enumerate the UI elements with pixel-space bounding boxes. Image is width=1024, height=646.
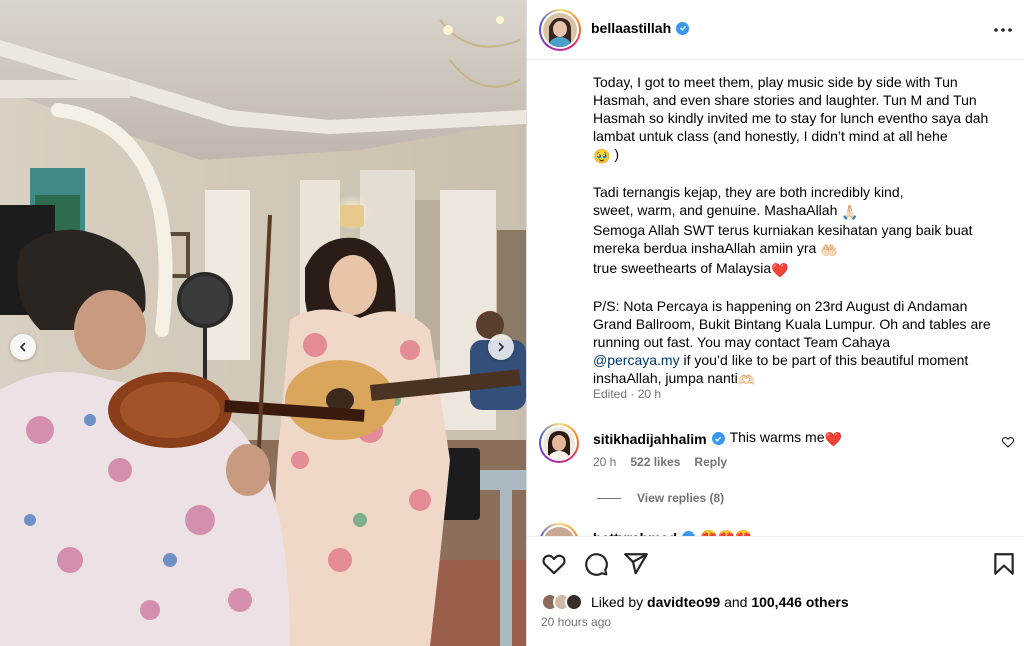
liker-avatars bbox=[541, 593, 583, 611]
likes-count[interactable]: 100,446 others bbox=[751, 594, 848, 610]
commenter-username[interactable]: sitikhadijahhalim bbox=[593, 431, 707, 447]
emoji: 🫶🏻 bbox=[737, 372, 756, 388]
emoji: ❤️ bbox=[824, 431, 842, 447]
post-media[interactable] bbox=[0, 0, 526, 646]
share-icon[interactable] bbox=[623, 551, 649, 577]
post-details-panel: bellaastillah Today, I got to meet them,… bbox=[526, 0, 1024, 646]
likes-summary[interactable]: Liked by davidteo99 and 100,446 others bbox=[541, 593, 849, 611]
comments-scroll-area[interactable]: Today, I got to meet them, play music si… bbox=[527, 61, 1024, 536]
view-replies-label: View replies (8) bbox=[637, 491, 725, 505]
comment-text: This warms me❤️ bbox=[729, 429, 842, 447]
divider-line bbox=[597, 497, 621, 499]
caption-paragraph-2: Tadi ternangis kejap, they are both incr… bbox=[593, 184, 973, 278]
comment-time[interactable]: 20 h bbox=[593, 455, 616, 469]
carousel-prev-button[interactable] bbox=[10, 334, 36, 360]
carousel-next-button[interactable] bbox=[488, 334, 514, 360]
caption-paragraph-1: Today, I got to meet them, play music si… bbox=[593, 74, 989, 164]
heart-icon[interactable] bbox=[541, 551, 567, 577]
commenter-avatar-image bbox=[543, 427, 575, 459]
emoji: 😍😍😍 bbox=[700, 529, 752, 536]
emoji: ❤️ bbox=[771, 262, 789, 278]
post-photo bbox=[0, 0, 526, 646]
commenter-avatar[interactable] bbox=[539, 523, 579, 536]
bookmark-icon[interactable] bbox=[991, 551, 1017, 577]
author-username[interactable]: bellaastillah bbox=[591, 20, 671, 36]
author-avatar[interactable] bbox=[539, 9, 581, 51]
liker-avatar bbox=[565, 593, 583, 611]
emoji: 🥹 bbox=[593, 148, 611, 164]
likes-text: Liked by davidteo99 and 100,446 others bbox=[591, 594, 849, 610]
more-options-button[interactable] bbox=[993, 20, 1013, 40]
mention-link[interactable]: @percaya.my bbox=[593, 352, 680, 368]
post-actions: Liked by davidteo99 and 100,446 others 2… bbox=[527, 536, 1024, 646]
author-avatar-image bbox=[543, 13, 577, 47]
post-timestamp[interactable]: 20 hours ago bbox=[541, 615, 611, 629]
verified-badge-icon bbox=[711, 432, 725, 445]
view-replies-button[interactable]: View replies (8) bbox=[597, 491, 724, 505]
caption-paragraph-3: P/S: Nota Percaya is happening on 23rd A… bbox=[593, 298, 991, 388]
comment-reply-button[interactable]: Reply bbox=[694, 455, 727, 469]
comment-icon[interactable] bbox=[583, 551, 609, 577]
comment-like-heart-icon[interactable] bbox=[1001, 435, 1015, 449]
emoji: 🤲🏻 bbox=[820, 242, 838, 258]
chevron-left-icon bbox=[19, 342, 26, 352]
comment-likes[interactable]: 522 likes bbox=[630, 455, 680, 469]
post-header: bellaastillah bbox=[527, 0, 1024, 60]
edited-timestamp: Edited · 20 h bbox=[593, 387, 662, 401]
chevron-right-icon bbox=[498, 342, 505, 352]
commenter-avatar[interactable] bbox=[539, 423, 579, 463]
liker-username[interactable]: davidteo99 bbox=[647, 594, 720, 610]
post-caption: Today, I got to meet them, play music si… bbox=[593, 73, 1003, 407]
more-horizontal-icon bbox=[994, 28, 1012, 32]
emoji: 🙏🏻 bbox=[841, 204, 859, 220]
verified-badge-icon bbox=[676, 21, 690, 35]
